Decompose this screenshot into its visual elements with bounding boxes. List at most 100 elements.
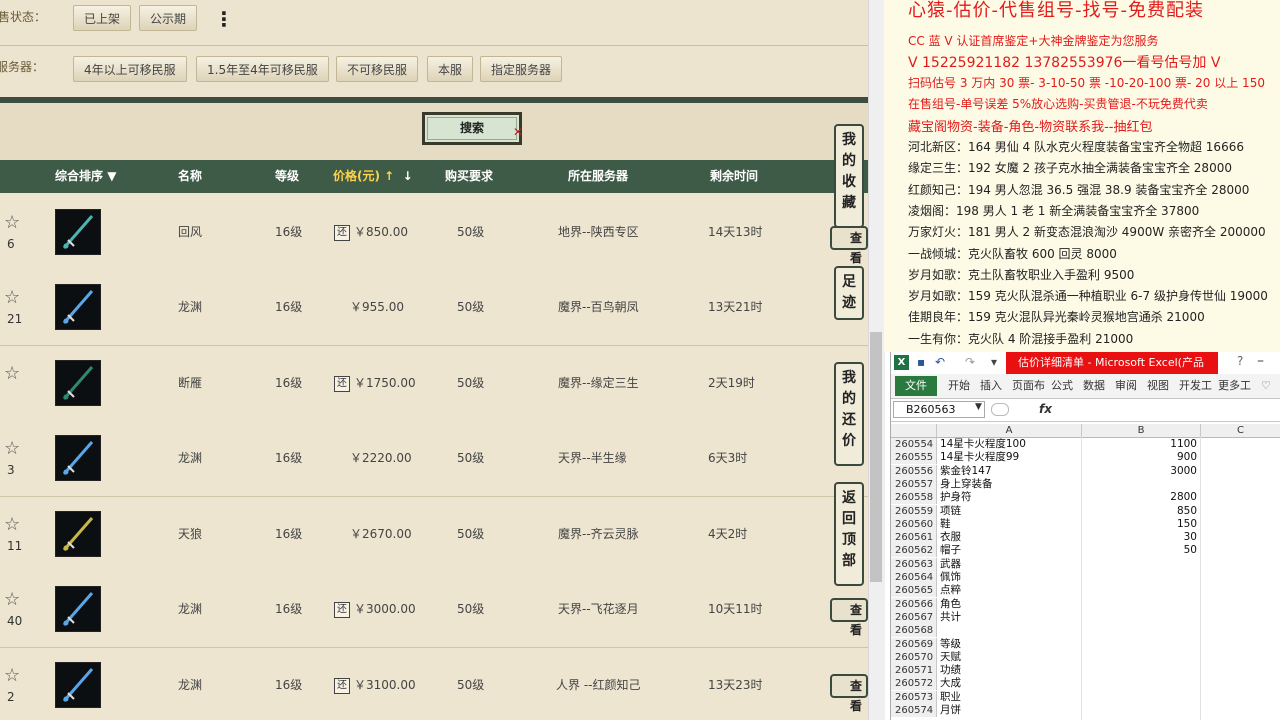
table-row[interactable]: ☆ 2 龙渊 16级 还 ￥3100.00 50级 人界 --红颜知己 13天23… bbox=[0, 648, 868, 720]
cell-a[interactable]: 鞋 bbox=[940, 518, 1080, 531]
filter-public-period-button[interactable]: 公示期 bbox=[139, 5, 198, 31]
filter-server-no-migrate-button[interactable]: 不可移民服 bbox=[336, 56, 419, 82]
favorite-star-icon[interactable]: ☆ bbox=[4, 666, 24, 686]
minimize-icon[interactable]: – bbox=[1257, 353, 1264, 369]
favorite-star-icon[interactable]: ☆ bbox=[4, 213, 24, 233]
item-name[interactable]: 天狼 bbox=[178, 497, 202, 572]
row-number[interactable]: 260574 bbox=[891, 704, 937, 717]
item-name[interactable]: 龙渊 bbox=[178, 270, 202, 345]
row-number[interactable]: 260564 bbox=[891, 571, 937, 584]
sheet-row[interactable]: 260572 大成 bbox=[891, 677, 1280, 691]
table-row[interactable]: ☆ 11 天狼 16级 ￥2670.00 50级 魔界--齐云灵脉 4天2时 bbox=[0, 497, 868, 573]
cell-b[interactable]: 3000 bbox=[1081, 465, 1199, 478]
cell-a[interactable]: 天赋 bbox=[940, 651, 1080, 664]
row-number[interactable]: 260555 bbox=[891, 451, 937, 465]
table-row[interactable]: ☆ 21 龙渊 16级 ￥955.00 50级 魔界--百鸟朝凤 13天21时 bbox=[0, 270, 868, 346]
cell-a[interactable]: 点粹 bbox=[940, 584, 1080, 597]
favorite-star-icon[interactable]: ☆ bbox=[4, 515, 24, 535]
row-number[interactable]: 260566 bbox=[891, 597, 937, 611]
filter-server-1-5yr-button[interactable]: 1.5年至4年可移民服 bbox=[196, 56, 329, 82]
cell-b[interactable]: 850 bbox=[1081, 505, 1199, 518]
cell-a[interactable]: 项链 bbox=[940, 505, 1080, 518]
undo-icon[interactable]: ↶ bbox=[935, 355, 945, 369]
sheet-row[interactable]: 260573 职业 bbox=[891, 690, 1280, 704]
sheet-row[interactable]: 260564 佩饰 bbox=[891, 571, 1280, 584]
fx-icon[interactable]: fx bbox=[1039, 402, 1052, 416]
favorite-star-icon[interactable]: ☆ bbox=[4, 439, 24, 459]
column-header-a[interactable]: A bbox=[937, 424, 1082, 437]
cell-a[interactable]: 功绩 bbox=[940, 664, 1080, 677]
row-number[interactable]: 260563 bbox=[891, 557, 937, 571]
column-header-c[interactable]: C bbox=[1201, 424, 1280, 437]
favorite-star-icon[interactable]: ☆ bbox=[4, 364, 24, 384]
tab-data[interactable]: 数据 bbox=[1083, 376, 1105, 396]
cell-a[interactable]: 职业 bbox=[940, 691, 1080, 704]
row-number[interactable]: 260556 bbox=[891, 464, 937, 478]
redo-icon[interactable]: ↷ bbox=[965, 355, 975, 369]
sheet-row[interactable]: 260566 角色 bbox=[891, 597, 1280, 611]
sort-column[interactable]: 综合排序 ▼ bbox=[55, 160, 116, 193]
cell-a[interactable]: 角色 bbox=[940, 598, 1080, 611]
help-icon[interactable]: ? bbox=[1237, 354, 1243, 368]
cell-a[interactable]: 武器 bbox=[940, 558, 1080, 571]
sheet-row[interactable]: 260558 护身符 2800 bbox=[891, 491, 1280, 505]
item-thumbnail[interactable] bbox=[55, 284, 101, 330]
cell-a[interactable]: 大成 bbox=[940, 677, 1080, 690]
row-number[interactable]: 260569 bbox=[891, 637, 937, 651]
row-number[interactable]: 260562 bbox=[891, 544, 937, 558]
cell-a[interactable]: 共计 bbox=[940, 611, 1080, 624]
sheet-row[interactable]: 260569 等级 bbox=[891, 637, 1280, 651]
sheet-row[interactable]: 260570 天赋 bbox=[891, 650, 1280, 664]
tab-page-layout[interactable]: 页面布 bbox=[1012, 376, 1045, 396]
cell-b[interactable]: 30 bbox=[1081, 531, 1199, 544]
filter-server-4yr-button[interactable]: 4年以上可移民服 bbox=[73, 56, 187, 82]
cell-a[interactable]: 14星卡火程度99 bbox=[940, 451, 1080, 464]
sheet-row[interactable]: 260568 bbox=[891, 624, 1280, 638]
tab-footprint[interactable]: 足迹 bbox=[834, 266, 864, 320]
row-number[interactable]: 260568 bbox=[891, 624, 937, 638]
name-box[interactable]: B260563 bbox=[893, 401, 985, 418]
item-thumbnail[interactable] bbox=[55, 586, 101, 632]
cell-b[interactable]: 2800 bbox=[1081, 491, 1199, 504]
sheet-row[interactable]: 260555 14星卡火程度99 900 bbox=[891, 451, 1280, 465]
row-number[interactable]: 260559 bbox=[891, 504, 937, 518]
row-number[interactable]: 260561 bbox=[891, 531, 937, 545]
row-number[interactable]: 260567 bbox=[891, 610, 937, 624]
tab-back-to-top[interactable]: 返回顶部 bbox=[834, 482, 864, 586]
item-name[interactable]: 断雁 bbox=[178, 346, 202, 421]
tab-my-bargain[interactable]: 我的还价 bbox=[834, 362, 864, 466]
check-button[interactable]: 查看 bbox=[830, 674, 868, 713]
cell-a[interactable]: 衣服 bbox=[940, 531, 1080, 544]
row-number[interactable]: 260557 bbox=[891, 477, 937, 491]
item-thumbnail[interactable] bbox=[55, 511, 101, 557]
column-header-b[interactable]: B bbox=[1082, 424, 1201, 437]
item-thumbnail[interactable] bbox=[55, 435, 101, 481]
quick-access-menu-icon[interactable]: ▾ bbox=[991, 355, 997, 369]
row-number[interactable]: 260554 bbox=[891, 438, 937, 451]
cell-a[interactable]: 护身符 bbox=[940, 491, 1080, 504]
sheet-row[interactable]: 260562 帽子 50 bbox=[891, 544, 1280, 558]
item-name[interactable]: 龙渊 bbox=[178, 648, 202, 720]
tab-more-tools[interactable]: 更多工 bbox=[1218, 376, 1251, 396]
sheet-row[interactable]: 260554 14星卡火程度100 1100 bbox=[891, 438, 1280, 451]
cell-a[interactable]: 月饼 bbox=[940, 704, 1080, 717]
sheet-row[interactable]: 260565 点粹 bbox=[891, 584, 1280, 598]
tab-review[interactable]: 审阅 bbox=[1115, 376, 1137, 396]
table-row[interactable]: ☆ 40 龙渊 16级 还 ￥3000.00 50级 天界--飞花逐月 10天11… bbox=[0, 572, 868, 648]
item-thumbnail[interactable] bbox=[55, 360, 101, 406]
tab-view[interactable]: 视图 bbox=[1147, 376, 1169, 396]
item-name[interactable]: 龙渊 bbox=[178, 572, 202, 647]
table-row[interactable]: ☆ 断雁 16级 还 ￥1750.00 50级 魔界--缘定三生 2天19时 bbox=[0, 346, 868, 422]
filter-listed-button[interactable]: 已上架 bbox=[73, 5, 132, 31]
row-number[interactable]: 260570 bbox=[891, 650, 937, 664]
table-row[interactable]: ☆ 6 回风 16级 还 ￥850.00 50级 地界--陕西专区 14天13时 bbox=[0, 195, 868, 271]
row-number[interactable]: 260565 bbox=[891, 584, 937, 598]
cell-b[interactable]: 150 bbox=[1081, 518, 1199, 531]
sheet-row[interactable]: 260567 共计 bbox=[891, 610, 1280, 624]
cell-a[interactable]: 14星卡火程度100 bbox=[940, 438, 1080, 451]
sheet-row[interactable]: 260560 鞋 150 bbox=[891, 517, 1280, 531]
row-number[interactable]: 260573 bbox=[891, 690, 937, 704]
sheet-row[interactable]: 260557 身上穿装备 bbox=[891, 477, 1280, 491]
tab-my-favorites[interactable]: 我的收藏 bbox=[834, 124, 864, 228]
search-button[interactable]: 搜索 ✕ bbox=[422, 112, 523, 145]
